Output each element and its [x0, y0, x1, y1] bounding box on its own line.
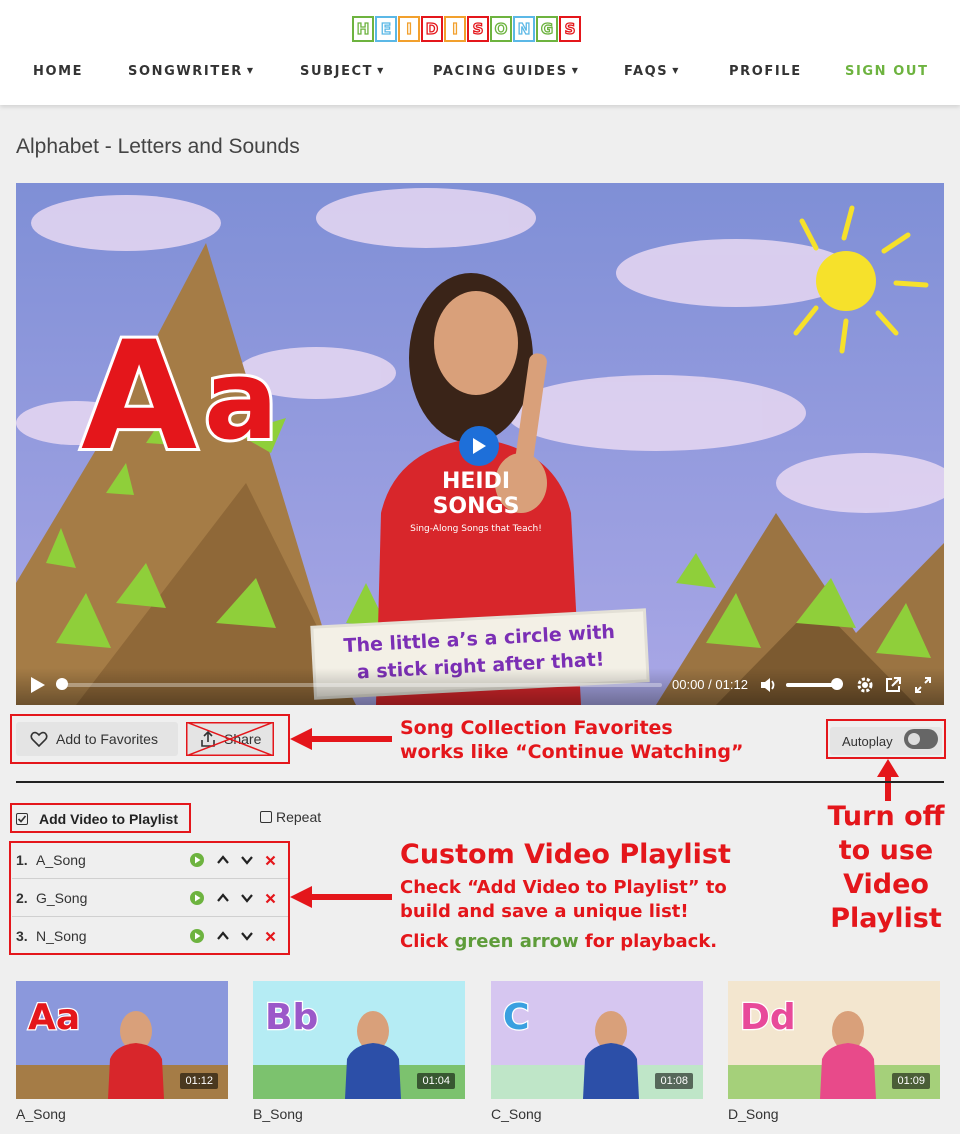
duration-badge: 01:12 [180, 1073, 218, 1089]
popout-icon[interactable] [884, 676, 902, 694]
playlist-annotation-title: Custom Video Playlist [400, 839, 731, 870]
repeat-checkbox[interactable]: Repeat [260, 809, 321, 825]
chevron-down-icon: ▼ [571, 66, 580, 75]
playlist-annotation-text: Check “Add Video to Playlist” to build a… [400, 877, 727, 922]
play-icon[interactable] [459, 426, 499, 466]
video-thumbnail[interactable]: Aa 01:12 [16, 981, 228, 1099]
video-thumbnail[interactable]: Bb 01:04 [253, 981, 465, 1099]
svg-text:a: a [204, 336, 278, 464]
favorites-annotation: Song Collection Favorites works like “Co… [400, 717, 744, 763]
thumbnail-title[interactable]: C_Song [491, 1106, 542, 1122]
nav-subject[interactable]: SUBJECT ▼ [300, 64, 385, 79]
nav-home[interactable]: HOME [33, 64, 83, 79]
video-controls: 00:00 / 01:12 [16, 668, 944, 705]
section-divider [16, 781, 944, 783]
chevron-down-icon: ▼ [672, 66, 681, 75]
playlist-highlight-box [9, 841, 290, 955]
svg-text:A: A [81, 310, 197, 484]
logo-letter-block: S [559, 16, 581, 42]
duration-badge: 01:04 [417, 1073, 455, 1089]
logo-letter-block: G [536, 16, 558, 42]
logo-letter-block: I [398, 16, 420, 42]
autoplay-highlight-box [826, 719, 946, 759]
playlist-checkbox-highlight-box [10, 803, 191, 833]
playlist-annotation-playback: Click green arrow for playback. [400, 931, 718, 952]
video-thumbnail[interactable]: C 01:08 [491, 981, 703, 1099]
page-title: Alphabet - Letters and Sounds [16, 135, 300, 158]
logo-letter-block: N [513, 16, 535, 42]
chevron-down-icon: ▼ [246, 66, 255, 75]
site-header: HEIDISONGS HOME SONGWRITER ▼ SUBJECT ▼ PAC… [0, 0, 960, 105]
thumbnail-letters: Aa [28, 997, 80, 1038]
logo-letter-block: D [421, 16, 443, 42]
main-nav: HOME SONGWRITER ▼ SUBJECT ▼ PACING GUIDES ▼… [0, 64, 960, 82]
checkbox-empty-icon [260, 811, 272, 823]
logo-letter-block: H [352, 16, 374, 42]
arrow-left-icon [290, 886, 392, 908]
time-display: 00:00 / 01:12 [672, 677, 748, 692]
arrow-up-icon [877, 759, 899, 801]
nav-songwriter[interactable]: SONGWRITER ▼ [128, 64, 255, 79]
fullscreen-icon[interactable] [914, 676, 932, 694]
logo-letter-block: S [467, 16, 489, 42]
arrow-left-icon [290, 728, 392, 750]
logo-letter-block: E [375, 16, 397, 42]
favorites-highlight-box [10, 714, 290, 764]
chevron-down-icon: ▼ [377, 66, 385, 75]
heidisongs-logo[interactable]: HEIDISONGS [352, 16, 581, 42]
nav-profile[interactable]: PROFILE [729, 64, 802, 79]
autoplay-annotation: Turn off to use Video Playlist [827, 801, 945, 934]
logo-letter-block: O [490, 16, 512, 42]
thumbnail-title[interactable]: B_Song [253, 1106, 303, 1122]
volume-icon[interactable] [760, 676, 778, 694]
nav-pacing-guides[interactable]: PACING GUIDES ▼ [433, 64, 580, 79]
shirt-logo: HEIDI [442, 469, 510, 494]
thumbnail-letters: C [503, 997, 529, 1038]
video-thumbnail[interactable]: Dd 01:09 [728, 981, 940, 1099]
thumbnail-letters: Dd [740, 997, 796, 1038]
volume-handle[interactable] [831, 678, 843, 690]
letters-aa: A a [78, 307, 281, 487]
nav-sign-out[interactable]: SIGN OUT [845, 64, 929, 79]
shirt-tagline: Sing-Along Songs that Teach! [410, 524, 542, 534]
thumbnail-letters: Bb [265, 997, 318, 1038]
gear-icon[interactable] [856, 676, 874, 694]
logo-letter-block: I [444, 16, 466, 42]
play-icon[interactable] [30, 676, 46, 694]
duration-badge: 01:09 [892, 1073, 930, 1089]
nav-faqs[interactable]: FAQS ▼ [624, 64, 680, 79]
progress-bar[interactable] [56, 683, 662, 687]
duration-badge: 01:08 [655, 1073, 693, 1089]
shirt-logo-2: SONGS [433, 494, 520, 519]
thumbnail-title[interactable]: D_Song [728, 1106, 779, 1122]
thumbnail-title[interactable]: A_Song [16, 1106, 66, 1122]
progress-handle[interactable] [56, 678, 68, 690]
